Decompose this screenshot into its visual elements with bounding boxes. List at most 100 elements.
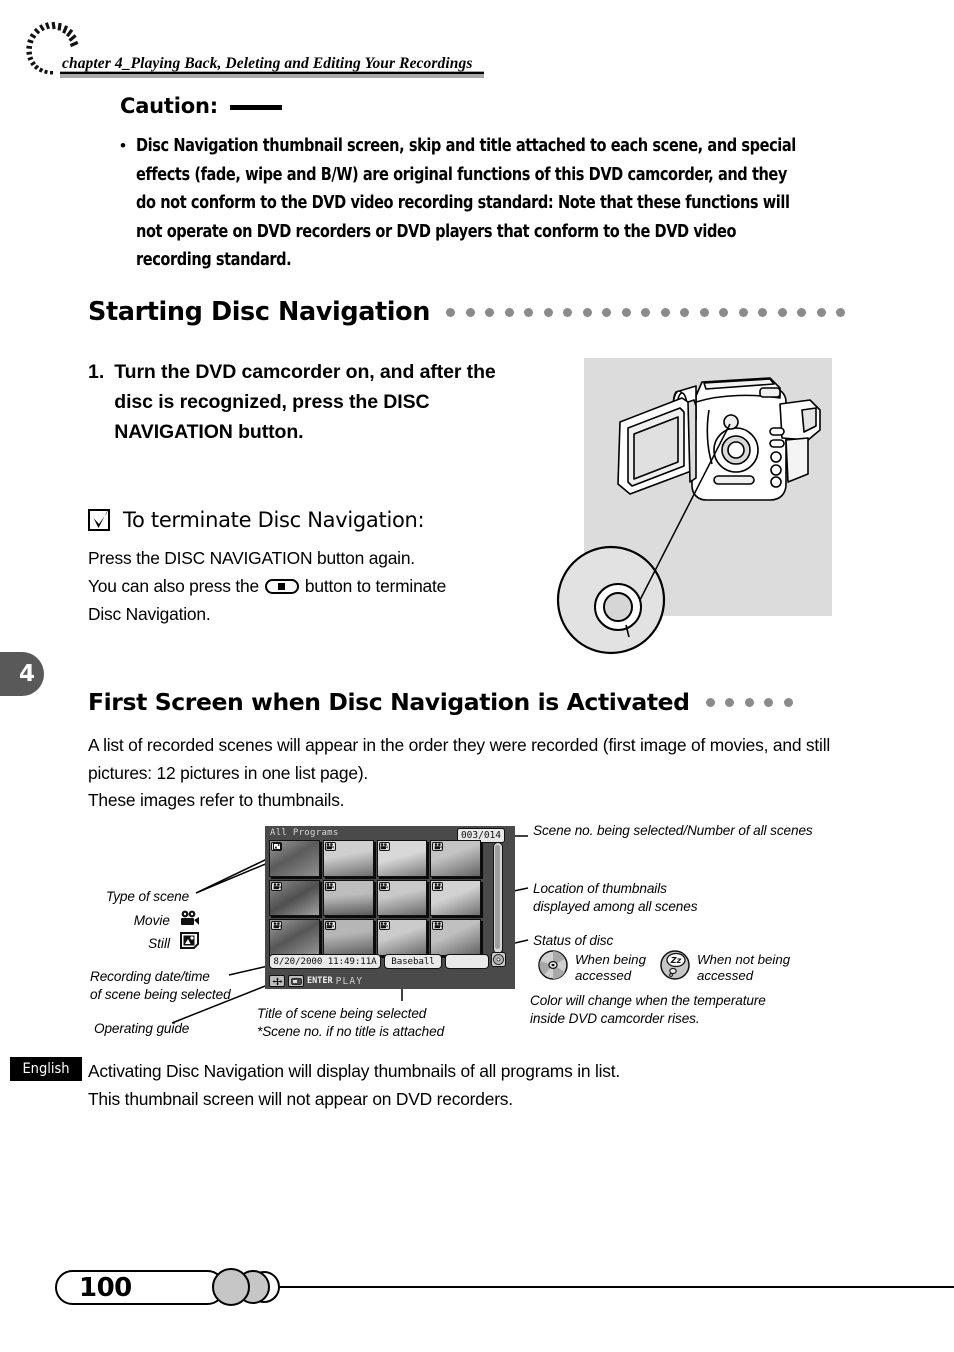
annotation-scene-title: Title of scene being selected *Scene no.…: [257, 1005, 444, 1041]
annotation-line-2: displayed among all scenes: [533, 899, 698, 914]
terminate-line-1: Press the DISC NAVIGATION button again.: [88, 548, 415, 568]
caution-block: Caution: • Disc Navigation thumbnail scr…: [120, 94, 850, 275]
movie-badge-icon: [432, 921, 444, 931]
lcd-info-bar: 8/20/2000 11:49:11A Baseball: [269, 954, 511, 969]
chapter-tab-marker: 4: [0, 652, 44, 696]
annotation-line-2: inside DVD camcorder rises.: [530, 1011, 700, 1026]
thumbnail-item[interactable]: [376, 879, 428, 917]
movie-badge-icon: [324, 881, 336, 891]
thumbnail-item[interactable]: [322, 879, 374, 917]
disc-idle-line-1: When not being: [696, 951, 791, 967]
annotation-line-1: Title of scene being selected: [257, 1006, 427, 1021]
intro-line-2: These images refer to thumbnails.: [88, 790, 345, 810]
terminate-line-3: Disc Navigation.: [88, 604, 211, 624]
disc-spinning-icon: [538, 950, 568, 985]
annotation-color-change-note: Color will change when the temperature i…: [530, 992, 766, 1028]
movie-badge-icon: [378, 881, 390, 891]
thumbnail-item[interactable]: [376, 840, 428, 877]
bottom-note-line-1: Activating Disc Navigation will display …: [88, 1061, 621, 1081]
thumbnail-item[interactable]: [269, 919, 320, 956]
thumbnail-item[interactable]: [430, 840, 481, 877]
footer-rule: [272, 1286, 954, 1289]
breadcrumb: chapter 4_Playing Back, Deleting and Edi…: [60, 55, 490, 78]
dpad-icon: [269, 975, 285, 987]
bottom-note-line-2: This thumbnail screen will not appear on…: [88, 1089, 513, 1109]
movie-badge-icon: [271, 921, 282, 931]
step-1: 1. Turn the DVD camcorder on, and after …: [88, 357, 538, 447]
page-number-pill: 100: [55, 1270, 225, 1305]
caution-rule: [229, 105, 282, 110]
annotation-movie-row: Movie: [120, 910, 204, 931]
caution-list-item: • Disc Navigation thumbnail screen, skip…: [120, 132, 850, 275]
thumbnail-item[interactable]: [322, 840, 374, 877]
disc-idle-text: When not being accessed: [697, 952, 790, 984]
caution-header: Caution:: [120, 94, 850, 118]
movie-badge-icon: [378, 921, 390, 931]
thumbnail-item[interactable]: [269, 840, 320, 877]
disc-idle-item: Zz When not being accessed: [660, 950, 790, 985]
annotation-location-of-thumbnails: Location of thumbnails displayed among a…: [533, 880, 698, 916]
terminate-line-2: You can also press the button to termina…: [88, 572, 548, 600]
section-title: Starting Disc Navigation: [88, 297, 431, 327]
title-field-empty: [445, 954, 489, 969]
disc-navigation-screen: All Programs 003/014 8/20/2000 11:49:11A…: [265, 826, 515, 989]
terminate-line-2-after: button to terminate: [304, 576, 447, 596]
terminate-line-2-before: You can also press the: [88, 576, 259, 596]
scene-title-field: Baseball: [384, 954, 442, 969]
section-heading-first-screen: First Screen when Disc Navigation is Act…: [88, 688, 793, 716]
chapter-tab-number: 4: [18, 661, 35, 687]
movie-badge-icon: [432, 842, 444, 851]
movie-badge-icon: [378, 842, 390, 851]
thumbnail-item[interactable]: [430, 919, 481, 956]
movie-badge-icon: [324, 921, 336, 931]
terminate-disc-navigation-block: To terminate Disc Navigation: Press the …: [88, 508, 548, 628]
caution-body-text: Disc Navigation thumbnail screen, skip a…: [135, 136, 796, 270]
footer-circle-inner: [212, 1268, 250, 1306]
disc-accessed-text: When being accessed: [575, 952, 646, 984]
movie-badge-icon: [324, 842, 336, 851]
movie-camera-icon: [180, 910, 200, 931]
still-badge-icon: [271, 842, 282, 851]
language-badge: English: [10, 1057, 82, 1081]
thumbnail-grid: [269, 840, 481, 956]
annotation-movie-label: Movie: [133, 913, 170, 928]
annotation-line-2: *Scene no. if no title is attached: [257, 1024, 445, 1039]
language-badge-label: English: [22, 1061, 70, 1077]
annotation-recording-datetime: Recording date/time of scene being selec…: [90, 968, 231, 1004]
disc-idle-line-2: accessed: [696, 967, 754, 983]
movie-badge-icon: [271, 881, 282, 891]
disc-accessed-item: When being accessed: [538, 950, 646, 985]
vertical-scrollbar[interactable]: [493, 842, 503, 954]
movie-badge-icon: [432, 881, 444, 891]
annotation-operating-guide: Operating guide: [94, 1021, 190, 1036]
annotation-still-label: Still: [148, 935, 170, 951]
first-screen-intro: A list of recorded scenes will appear in…: [88, 732, 858, 815]
thumbnail-item[interactable]: [376, 919, 428, 956]
disc-accessed-line-1: When being: [575, 951, 646, 967]
heading-dot-decoration: [446, 307, 846, 317]
disc-navigation-button-magnifier: [556, 545, 666, 655]
thumbnail-item[interactable]: [269, 879, 320, 917]
disc-status-legend: When being accessed Zz When not being ac…: [538, 950, 790, 985]
guide-enter-label: ENTER: [307, 976, 333, 986]
bottom-note: Activating Disc Navigation will display …: [88, 1057, 868, 1113]
svg-text:Zz: Zz: [670, 956, 682, 965]
page-number: 100: [79, 1272, 132, 1303]
terminate-title: To terminate Disc Navigation:: [123, 508, 425, 532]
annotation-line-1: Color will change when the temperature: [530, 993, 766, 1008]
thumbnail-item[interactable]: [322, 919, 374, 956]
annotation-scene-number: Scene no. being selected/Number of all s…: [533, 823, 813, 838]
recording-datetime-field: 8/20/2000 11:49:11A: [269, 954, 381, 969]
disc-sleeping-zz-icon: Zz: [660, 950, 690, 985]
thumbnail-item[interactable]: [430, 879, 481, 917]
select-button-icon: [288, 975, 304, 987]
intro-line-1: A list of recorded scenes will appear in…: [88, 735, 831, 783]
checkbox-checked-icon: [88, 508, 110, 531]
operating-guide-bar: ENTER PLAY: [269, 975, 363, 987]
still-picture-icon: [180, 932, 199, 954]
disc-accessed-line-2: accessed: [575, 967, 632, 983]
annotation-line-1: Location of thumbnails: [533, 881, 667, 896]
terminate-body: Press the DISC NAVIGATION button again. …: [88, 544, 548, 628]
step-number: 1.: [88, 361, 105, 383]
chapter-underline-rule: [60, 72, 484, 74]
